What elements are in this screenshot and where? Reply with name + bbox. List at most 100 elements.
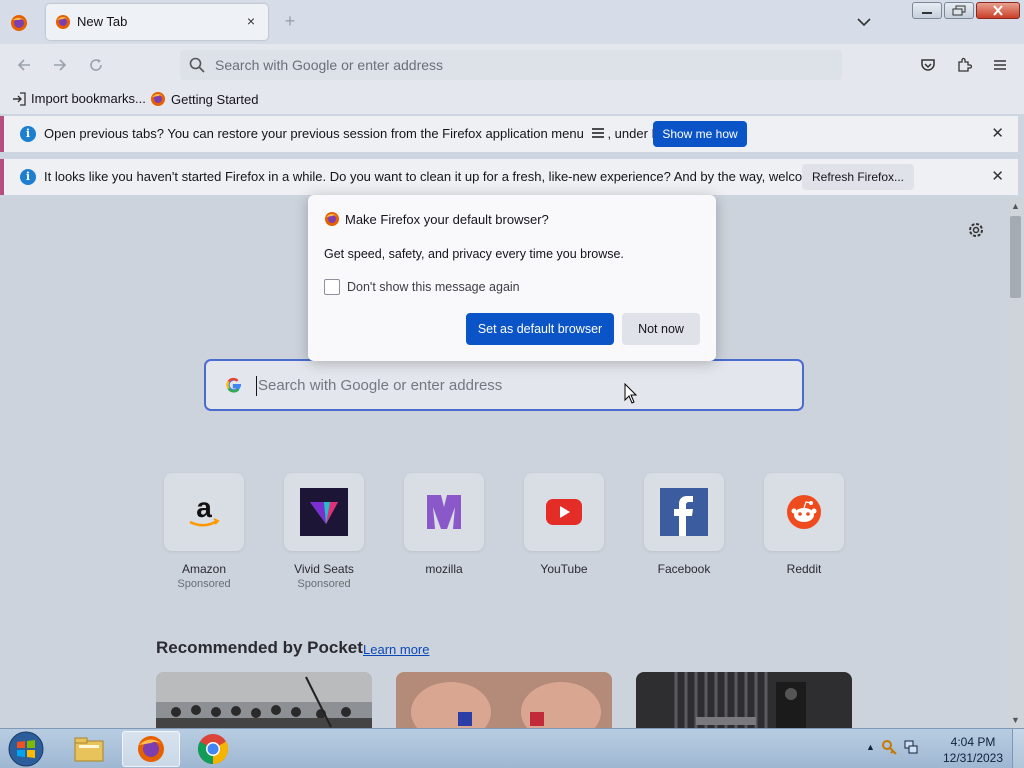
shortcut-facebook[interactable]: Facebook [644,473,724,576]
firefox-view-icon[interactable] [10,14,28,32]
window-controls [912,2,1020,19]
shortcut-tile [284,473,364,551]
checkbox-label: Don't show this message again [347,280,520,294]
taskbar-clock[interactable]: 4:04 PM 12/31/2023 [938,734,1008,766]
minimize-button[interactable] [912,2,942,19]
chevron-down-icon[interactable] [854,12,874,32]
taskbar-firefox[interactable] [122,731,180,767]
network-icon[interactable] [903,739,919,755]
shortcut-name: Facebook [657,562,711,576]
restore-session-notification: i Open previous tabs? You can restore yo… [0,116,1018,152]
close-icon [993,5,1003,16]
scroll-down-icon[interactable]: ▼ [1010,715,1021,725]
facebook-logo-icon [660,488,708,536]
bookmark-getting-started[interactable]: Getting Started [150,91,258,107]
notification-text: Open previous tabs? You can restore your… [44,126,584,141]
reload-button[interactable] [85,54,107,76]
amazon-logo-icon: a [189,492,220,527]
shortcut-name: Amazon [181,562,227,576]
shortcut-amazon[interactable]: a Amazon Sponsored [164,473,244,590]
forward-button[interactable] [49,54,71,76]
bookmarks-toolbar: Import bookmarks... Getting Started [0,84,1024,114]
pocket-card[interactable] [636,672,852,728]
tab-new-tab[interactable]: New Tab × [46,4,268,40]
refresh-firefox-button[interactable]: Refresh Firefox... [802,164,914,190]
bookmark-label: Getting Started [171,91,259,107]
pocket-card[interactable] [156,672,372,728]
shortcut-tile [644,473,724,551]
show-hidden-icons-icon[interactable]: ▲ [866,742,875,752]
tab-strip: New Tab × + [0,0,1024,44]
close-window-button[interactable] [976,2,1020,19]
info-icon: i [20,169,36,185]
import-icon [13,91,26,106]
shortcut-tile [524,473,604,551]
show-me-how-button[interactable]: Show me how [653,121,747,147]
pocket-button[interactable] [917,54,939,76]
restore-button[interactable] [944,2,974,19]
back-button[interactable] [13,54,35,76]
tab-title: New Tab [77,14,128,29]
shortcut-youtube[interactable]: YouTube [524,473,604,576]
taskbar-file-explorer[interactable] [60,731,118,767]
bookmark-import[interactable]: Import bookmarks... [12,91,146,106]
pocket-heading: Recommended by Pocket [156,638,363,657]
reddit-logo-icon [787,495,821,529]
new-tab-search-box[interactable]: Search with Google or enter address [204,359,804,411]
default-browser-dialog: Make Firefox your default browser? Get s… [308,195,716,361]
set-default-browser-button[interactable]: Set as default browser [466,313,614,345]
scrollbar-thumb[interactable] [1010,216,1021,298]
info-icon: i [20,126,36,142]
refresh-firefox-notification: i It looks like you haven't started Fire… [0,159,1018,195]
show-desktop-button[interactable] [1012,729,1024,768]
dont-show-again-checkbox[interactable] [324,279,340,295]
bookmark-label: Import bookmarks... [31,91,146,106]
close-notification-icon[interactable]: ✕ [991,167,1004,185]
notification-message: It looks like you haven't started Firefo… [44,169,855,184]
not-now-button[interactable]: Not now [622,313,700,345]
system-tray: ▲ [866,739,919,755]
pocket-card[interactable] [396,672,612,728]
notification-message: Open previous tabs? You can restore your… [44,126,695,141]
shortcut-mozilla[interactable]: mozilla [404,473,484,576]
start-button[interactable] [6,730,46,768]
back-arrow-icon [17,59,30,71]
shortcut-reddit[interactable]: Reddit [764,473,844,576]
new-tab-button[interactable]: + [281,11,299,31]
close-notification-icon[interactable]: ✕ [991,124,1004,142]
app-menu-button[interactable] [989,54,1011,76]
sponsored-label: Sponsored [177,578,231,590]
pocket-icon [921,59,935,71]
firefox-icon [138,736,164,762]
dont-show-again-row[interactable]: Don't show this message again [324,279,520,295]
shortcut-tile [764,473,844,551]
vivid-seats-logo-icon [300,488,348,536]
mozilla-logo-icon [427,495,461,529]
svg-text:a: a [196,492,212,523]
search-icon [189,57,205,73]
text-caret [256,376,257,396]
scroll-up-icon[interactable]: ▲ [1010,201,1021,211]
close-tab-icon[interactable]: × [242,12,260,30]
learn-more-link[interactable]: Learn more [363,642,429,657]
mouse-cursor-icon [624,383,638,404]
shortcut-tile [404,473,484,551]
shortcut-vivid-seats[interactable]: Vivid Seats Sponsored [284,473,364,590]
firefox-icon [151,92,165,106]
shortcut-name: Reddit [786,562,822,576]
clock-time: 4:04 PM [950,735,996,749]
hamburger-menu-icon [592,128,605,138]
story-thumbnail [636,672,852,728]
page-scrollbar[interactable]: ▲ ▼ [1007,198,1024,728]
extensions-button[interactable] [953,54,975,76]
clock-date: 12/31/2023 [942,751,1004,765]
taskbar-chrome[interactable] [184,731,242,767]
youtube-logo-icon [546,499,582,525]
hamburger-menu-icon [994,60,1006,70]
key-icon[interactable] [881,739,897,755]
address-bar[interactable]: Search with Google or enter address [180,50,842,80]
minimize-icon [922,11,932,14]
gear-icon[interactable] [966,220,986,240]
firefox-icon [325,212,339,226]
firefox-icon [56,15,70,29]
